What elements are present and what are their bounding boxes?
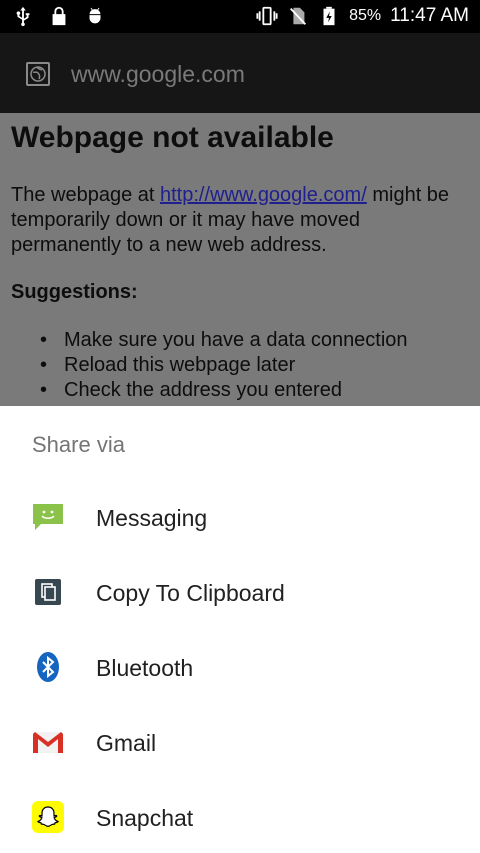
messaging-icon [33, 504, 63, 530]
vibrate-icon [256, 6, 278, 26]
suggestion-item: Reload this webpage later [40, 353, 408, 378]
share-item-gmail[interactable]: Gmail [0, 706, 480, 781]
share-item-label: Messaging [96, 505, 208, 531]
error-link[interactable]: http://www.google.com/ [160, 184, 367, 206]
share-item-label: Snapchat [96, 805, 194, 831]
bluetooth-icon [37, 652, 59, 682]
share-item-label: Copy To Clipboard [96, 580, 285, 606]
share-item-bluetooth[interactable]: Bluetooth [0, 631, 480, 706]
share-item-snapchat[interactable]: Snapchat [0, 781, 480, 853]
gmail-icon [33, 732, 63, 753]
share-sheet-title: Share via [32, 432, 125, 457]
suggestion-item: Make sure you have a data connection [40, 328, 408, 353]
webpage-content: Webpage not available The webpage at htt… [0, 113, 480, 406]
share-sheet: Share via Messaging Copy To Clipboard Bl… [0, 406, 480, 853]
clock: 11:47 AM [390, 5, 469, 26]
usb-icon [16, 6, 30, 27]
suggestion-item: Check the address you entered [40, 378, 408, 403]
clipboard-icon [35, 579, 61, 605]
url-bar[interactable]: www.google.com [0, 33, 480, 113]
share-item-messaging[interactable]: Messaging [0, 481, 480, 556]
url-text[interactable]: www.google.com [71, 61, 245, 88]
snapchat-icon [32, 801, 64, 833]
error-text-before: The webpage at [11, 184, 160, 206]
battery-charging-icon [323, 6, 335, 26]
lock-icon [52, 6, 66, 26]
page-title: Webpage not available [11, 121, 334, 154]
share-item-copy-to-clipboard[interactable]: Copy To Clipboard [0, 556, 480, 631]
globe-icon [26, 62, 50, 86]
share-item-label: Bluetooth [96, 655, 194, 681]
error-message: The webpage at http://www.google.com/ mi… [11, 183, 471, 258]
android-debug-icon [89, 7, 101, 24]
suggestions-list: Make sure you have a data connection Rel… [40, 328, 408, 403]
no-sim-icon [290, 7, 307, 25]
share-item-label: Gmail [96, 730, 157, 756]
status-bar: 85% 11:47 AM [0, 0, 480, 33]
battery-level: 85% [349, 7, 382, 24]
suggestions-heading: Suggestions: [11, 281, 138, 303]
